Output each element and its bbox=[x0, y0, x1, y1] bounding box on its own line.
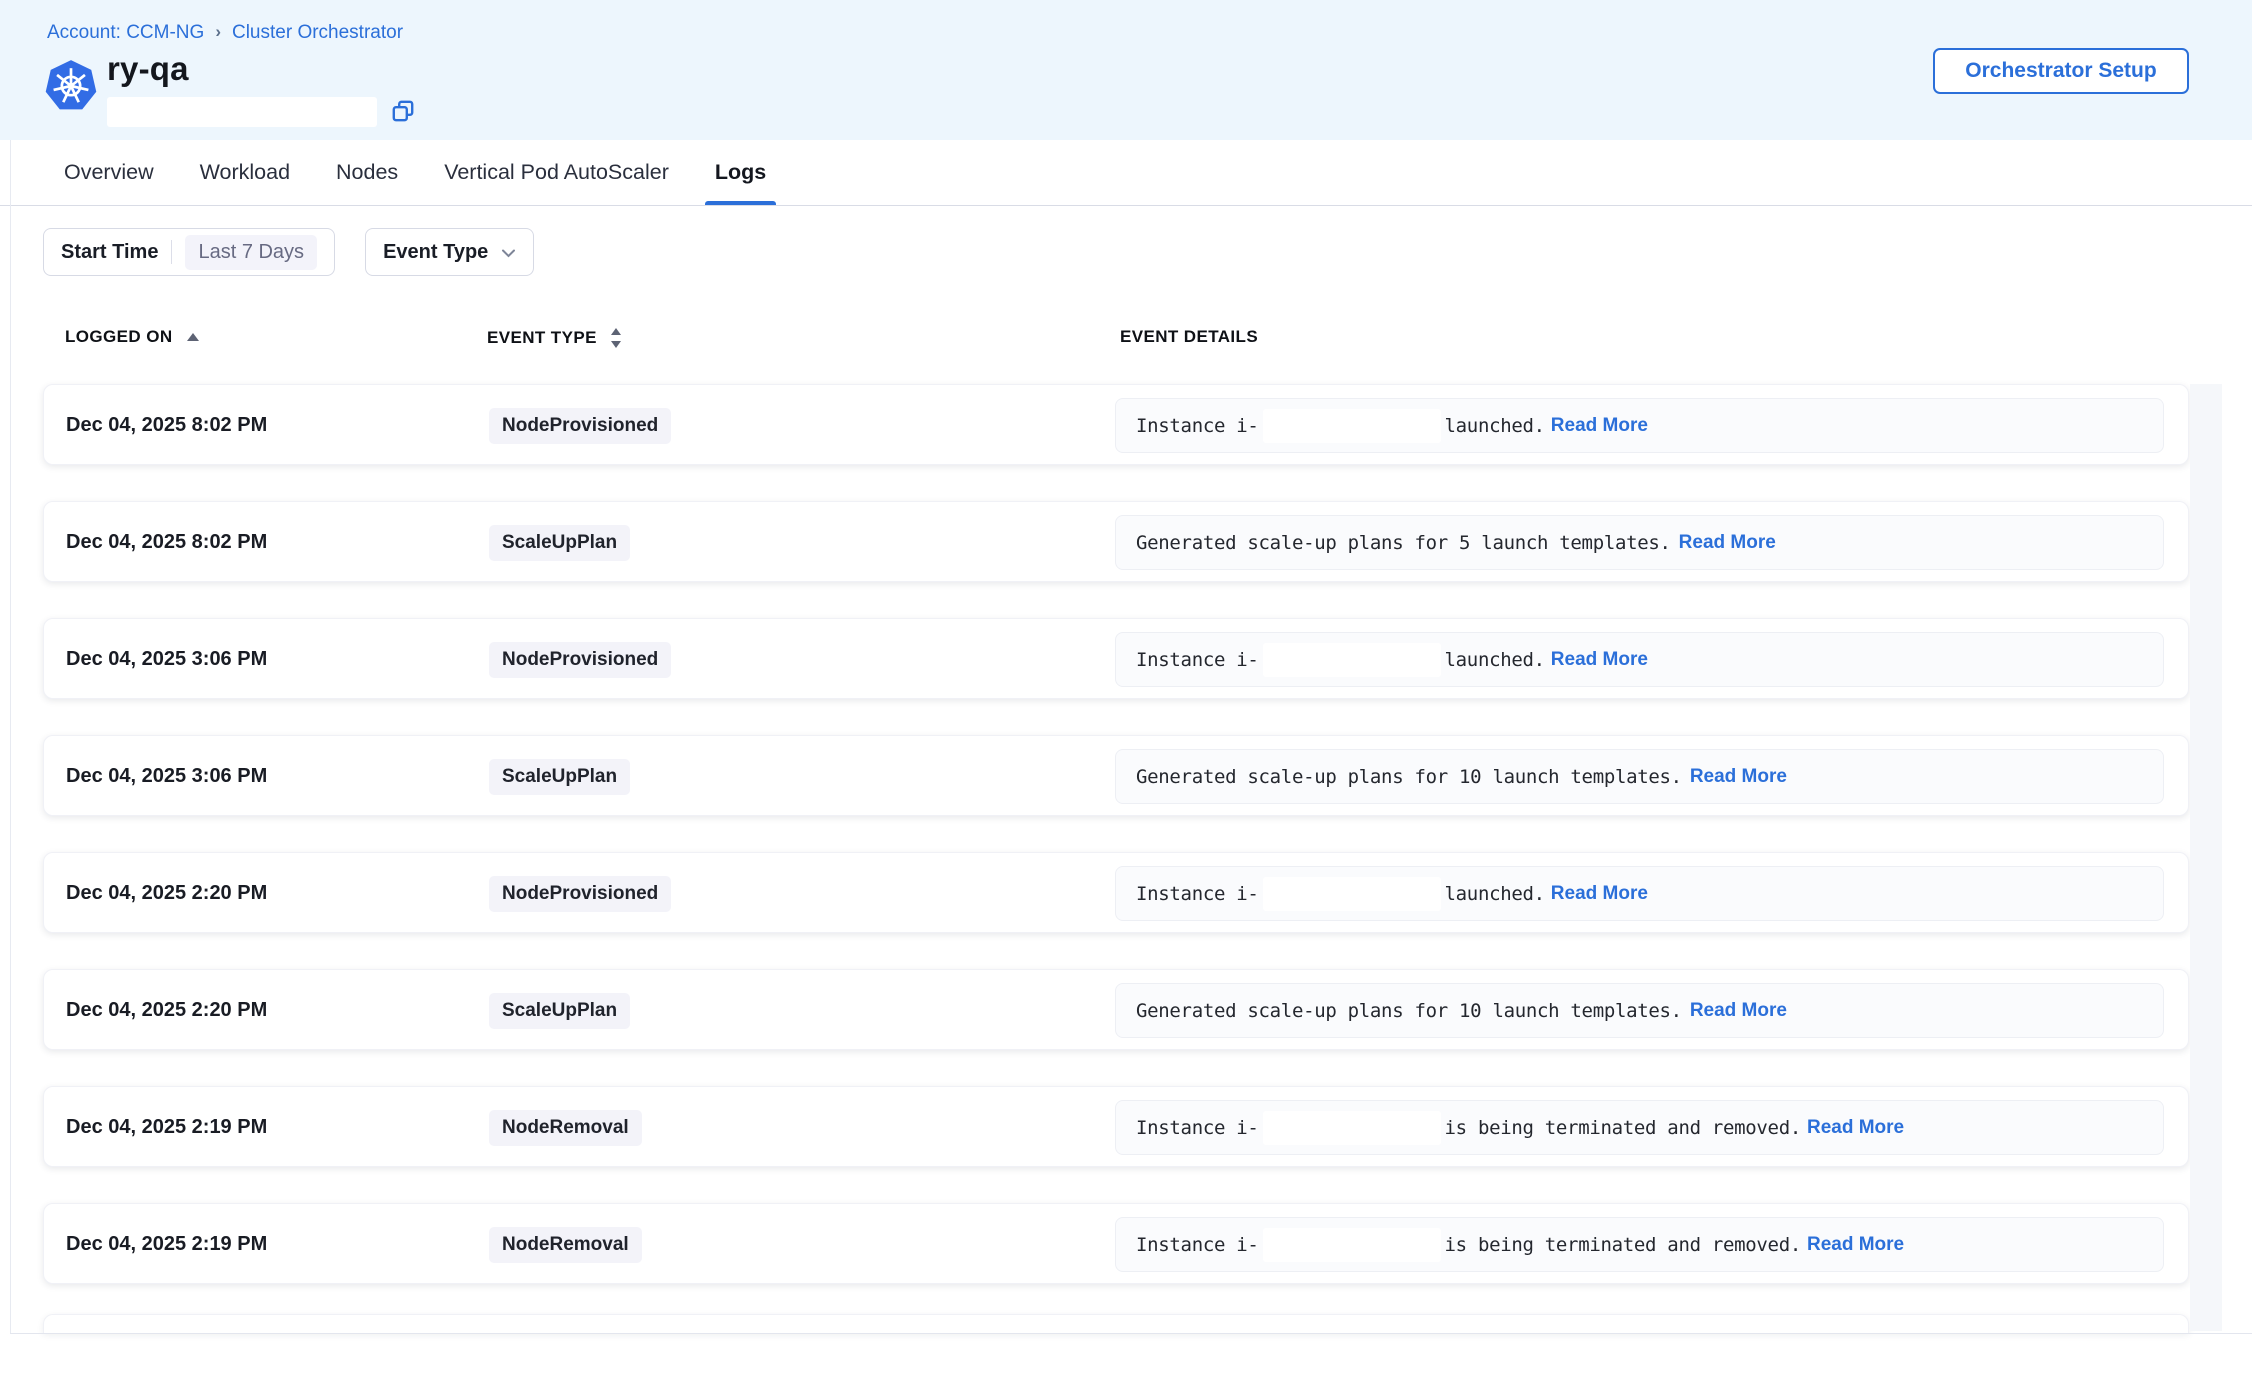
row-event-details: Instance i- launched. Read More bbox=[1115, 398, 2164, 453]
row-logged-on: Dec 04, 2025 2:19 PM bbox=[66, 1204, 267, 1285]
orchestrator-setup-button[interactable]: Orchestrator Setup bbox=[1933, 48, 2189, 94]
read-more-link[interactable]: Read More bbox=[1690, 1000, 1787, 1022]
event-row: Dec 04, 2025 2:20 PM ScaleUpPlan Generat… bbox=[43, 969, 2189, 1050]
breadcrumb-cluster-orchestrator-link[interactable]: Cluster Orchestrator bbox=[232, 22, 403, 44]
instance-id-redacted bbox=[1263, 409, 1441, 443]
event-detail-prefix: Generated scale-up plans for 10 launch t… bbox=[1136, 1000, 1682, 1022]
row-logged-on: Dec 04, 2025 2:19 PM bbox=[66, 1087, 267, 1168]
event-detail-prefix: Instance i- bbox=[1136, 883, 1259, 905]
event-row: Dec 04, 2025 3:06 PM NodeProvisioned Ins… bbox=[43, 618, 2189, 699]
start-time-filter-label: Start Time bbox=[61, 241, 158, 264]
row-event-type-badge: ScaleUpPlan bbox=[489, 759, 630, 795]
start-time-filter-value: Last 7 Days bbox=[185, 235, 317, 270]
event-row: Dec 04, 2025 8:02 PM ScaleUpPlan Generat… bbox=[43, 501, 2189, 582]
event-row-partial bbox=[43, 1314, 2189, 1333]
row-event-type-badge: NodeRemoval bbox=[489, 1110, 642, 1146]
sort-both-icon[interactable] bbox=[610, 327, 622, 349]
breadcrumb: Account: CCM-NG › Cluster Orchestrator bbox=[47, 22, 403, 44]
column-header-logged-on[interactable]: LOGGED ON bbox=[65, 327, 200, 347]
row-event-details: Generated scale-up plans for 10 launch t… bbox=[1115, 983, 2164, 1038]
event-detail-prefix: Instance i- bbox=[1136, 415, 1259, 437]
event-row: Dec 04, 2025 2:19 PM NodeRemoval Instanc… bbox=[43, 1203, 2189, 1284]
row-logged-on: Dec 04, 2025 3:06 PM bbox=[66, 619, 267, 700]
row-event-type-badge: NodeRemoval bbox=[489, 1227, 642, 1263]
row-logged-on: Dec 04, 2025 2:20 PM bbox=[66, 970, 267, 1051]
kubernetes-icon bbox=[44, 57, 98, 115]
filter-divider bbox=[171, 240, 172, 264]
event-row: Dec 04, 2025 2:20 PM NodeProvisioned Ins… bbox=[43, 852, 2189, 933]
start-time-filter[interactable]: Start Time Last 7 Days bbox=[43, 228, 335, 276]
event-detail-suffix: is being terminated and removed. bbox=[1445, 1234, 1801, 1256]
breadcrumb-account-link[interactable]: Account: CCM-NG bbox=[47, 22, 204, 44]
event-detail-suffix: launched. bbox=[1445, 415, 1545, 437]
row-event-type-badge: ScaleUpPlan bbox=[489, 993, 630, 1029]
read-more-link[interactable]: Read More bbox=[1679, 532, 1776, 554]
event-row: Dec 04, 2025 8:02 PM NodeProvisioned Ins… bbox=[43, 384, 2189, 465]
tab-nodes[interactable]: Nodes bbox=[336, 140, 398, 205]
read-more-link[interactable]: Read More bbox=[1807, 1117, 1904, 1139]
row-logged-on: Dec 04, 2025 8:02 PM bbox=[66, 385, 267, 466]
row-event-type-badge: NodeProvisioned bbox=[489, 408, 671, 444]
row-logged-on: Dec 04, 2025 8:02 PM bbox=[66, 502, 267, 583]
read-more-link[interactable]: Read More bbox=[1551, 649, 1648, 671]
read-more-link[interactable]: Read More bbox=[1690, 766, 1787, 788]
scrollbar-track[interactable] bbox=[2190, 384, 2222, 1331]
filters-row: Start Time Last 7 Days Event Type bbox=[43, 228, 534, 276]
row-event-type-badge: NodeProvisioned bbox=[489, 876, 671, 912]
tab-bar: Overview Workload Nodes Vertical Pod Aut… bbox=[0, 140, 2252, 206]
instance-id-redacted bbox=[1263, 1228, 1441, 1262]
event-detail-suffix: launched. bbox=[1445, 883, 1545, 905]
event-detail-suffix: is being terminated and removed. bbox=[1445, 1117, 1801, 1139]
content-bottom-border bbox=[10, 1333, 2252, 1334]
event-detail-prefix: Instance i- bbox=[1136, 1117, 1259, 1139]
row-event-details: Instance i- is being terminated and remo… bbox=[1115, 1100, 2164, 1155]
event-type-filter-label: Event Type bbox=[383, 241, 488, 264]
event-type-filter[interactable]: Event Type bbox=[365, 228, 534, 276]
cluster-id-redacted bbox=[107, 97, 377, 127]
row-event-details: Instance i- is being terminated and remo… bbox=[1115, 1217, 2164, 1272]
column-header-event-details: EVENT DETAILS bbox=[1120, 327, 1258, 347]
read-more-link[interactable]: Read More bbox=[1551, 883, 1648, 905]
event-detail-prefix: Instance i- bbox=[1136, 649, 1259, 671]
event-row: Dec 04, 2025 2:19 PM NodeRemoval Instanc… bbox=[43, 1086, 2189, 1167]
page-header: Account: CCM-NG › Cluster Orchestrator bbox=[0, 0, 2252, 140]
row-event-details: Generated scale-up plans for 5 launch te… bbox=[1115, 515, 2164, 570]
event-detail-prefix: Generated scale-up plans for 10 launch t… bbox=[1136, 766, 1682, 788]
row-event-details: Generated scale-up plans for 10 launch t… bbox=[1115, 749, 2164, 804]
tab-workload[interactable]: Workload bbox=[200, 140, 290, 205]
event-detail-prefix: Instance i- bbox=[1136, 1234, 1259, 1256]
row-event-details: Instance i- launched. Read More bbox=[1115, 632, 2164, 687]
event-row: Dec 04, 2025 3:06 PM ScaleUpPlan Generat… bbox=[43, 735, 2189, 816]
row-logged-on: Dec 04, 2025 3:06 PM bbox=[66, 736, 267, 817]
copy-icon[interactable] bbox=[388, 97, 418, 127]
page-title: ry-qa bbox=[107, 50, 189, 88]
row-logged-on: Dec 04, 2025 2:20 PM bbox=[66, 853, 267, 934]
read-more-link[interactable]: Read More bbox=[1807, 1234, 1904, 1256]
event-detail-suffix: launched. bbox=[1445, 649, 1545, 671]
content-left-border bbox=[10, 140, 11, 1333]
row-event-details: Instance i- launched. Read More bbox=[1115, 866, 2164, 921]
event-detail-prefix: Generated scale-up plans for 5 launch te… bbox=[1136, 532, 1671, 554]
read-more-link[interactable]: Read More bbox=[1551, 415, 1648, 437]
row-event-type-badge: ScaleUpPlan bbox=[489, 525, 630, 561]
table-header: LOGGED ON EVENT TYPE EVENT DETAILS bbox=[0, 327, 2252, 353]
row-event-type-badge: NodeProvisioned bbox=[489, 642, 671, 678]
cluster-orchestrator-page: Account: CCM-NG › Cluster Orchestrator bbox=[0, 0, 2252, 1380]
tab-vertical-pod-autoscaler[interactable]: Vertical Pod AutoScaler bbox=[444, 140, 669, 205]
instance-id-redacted bbox=[1263, 877, 1441, 911]
column-header-event-type[interactable]: EVENT TYPE bbox=[487, 327, 622, 349]
breadcrumb-separator-icon: › bbox=[215, 22, 221, 42]
tab-overview[interactable]: Overview bbox=[64, 140, 154, 205]
sort-ascending-icon[interactable] bbox=[186, 332, 200, 342]
event-list: Dec 04, 2025 8:02 PM NodeProvisioned Ins… bbox=[43, 384, 2189, 1284]
chevron-down-icon bbox=[501, 248, 516, 258]
instance-id-redacted bbox=[1263, 643, 1441, 677]
instance-id-redacted bbox=[1263, 1111, 1441, 1145]
tab-logs[interactable]: Logs bbox=[715, 140, 766, 205]
